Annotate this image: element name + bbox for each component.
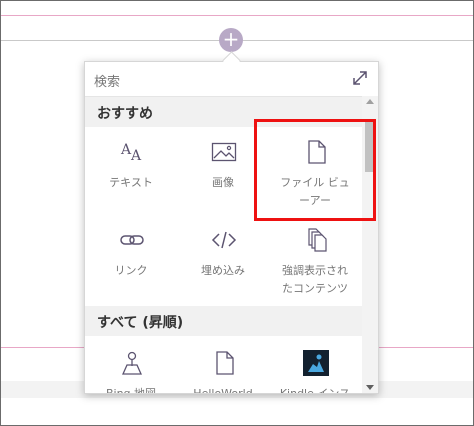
scroll-down-arrow-icon[interactable]: [366, 385, 374, 390]
webpart-toolbox-panel: 検索 おすすめ A A テキスト 画像 ファイル ビュ ーアー リンク 埋め込み…: [84, 61, 379, 394]
all-section-header: すべて (昇順): [85, 306, 362, 336]
link-icon: [120, 235, 144, 245]
expand-diagonal-icon[interactable]: [351, 69, 369, 87]
kindle-icon: [303, 350, 329, 376]
image-icon: [211, 142, 237, 162]
tile-label: 埋め込み: [201, 264, 245, 277]
search-input[interactable]: 検索: [94, 71, 120, 90]
add-webpart-button[interactable]: +: [219, 28, 243, 52]
section-divider-top: [1, 15, 473, 16]
tile-label: テキスト: [109, 176, 153, 189]
map-pin-icon: [121, 351, 143, 375]
tile-bing-maps[interactable]: Bing 地図: [85, 340, 177, 394]
svg-text:A: A: [130, 148, 142, 164]
tile-label: HelloWorld: [193, 387, 253, 394]
code-icon: [211, 231, 237, 249]
document-icon: [216, 351, 234, 375]
scroll-up-arrow-icon[interactable]: [366, 99, 374, 104]
highlight-box: [254, 119, 376, 221]
tile-highlighted-content[interactable]: 強調表示され たコンテンツ: [269, 217, 361, 297]
tile-helloworld[interactable]: HelloWorld: [177, 340, 269, 394]
tile-kindle[interactable]: Kindle インス: [269, 340, 361, 394]
tile-label: Bing 地図: [105, 387, 157, 394]
tile-embed[interactable]: 埋め込み: [177, 217, 269, 297]
plus-icon: +: [222, 27, 240, 51]
tile-link[interactable]: リンク: [85, 217, 177, 297]
tile-label: 強調表示され たコンテンツ: [282, 264, 348, 295]
text-icon: A A: [120, 142, 142, 164]
tile-label: リンク: [114, 264, 148, 277]
tile-text[interactable]: A A テキスト: [85, 129, 177, 209]
all-section-title: すべて (昇順): [97, 315, 184, 331]
highlighted-content-icon: [308, 228, 327, 252]
recommended-section-title: おすすめ: [97, 106, 153, 122]
tile-label: Kindle インス: [279, 387, 351, 394]
